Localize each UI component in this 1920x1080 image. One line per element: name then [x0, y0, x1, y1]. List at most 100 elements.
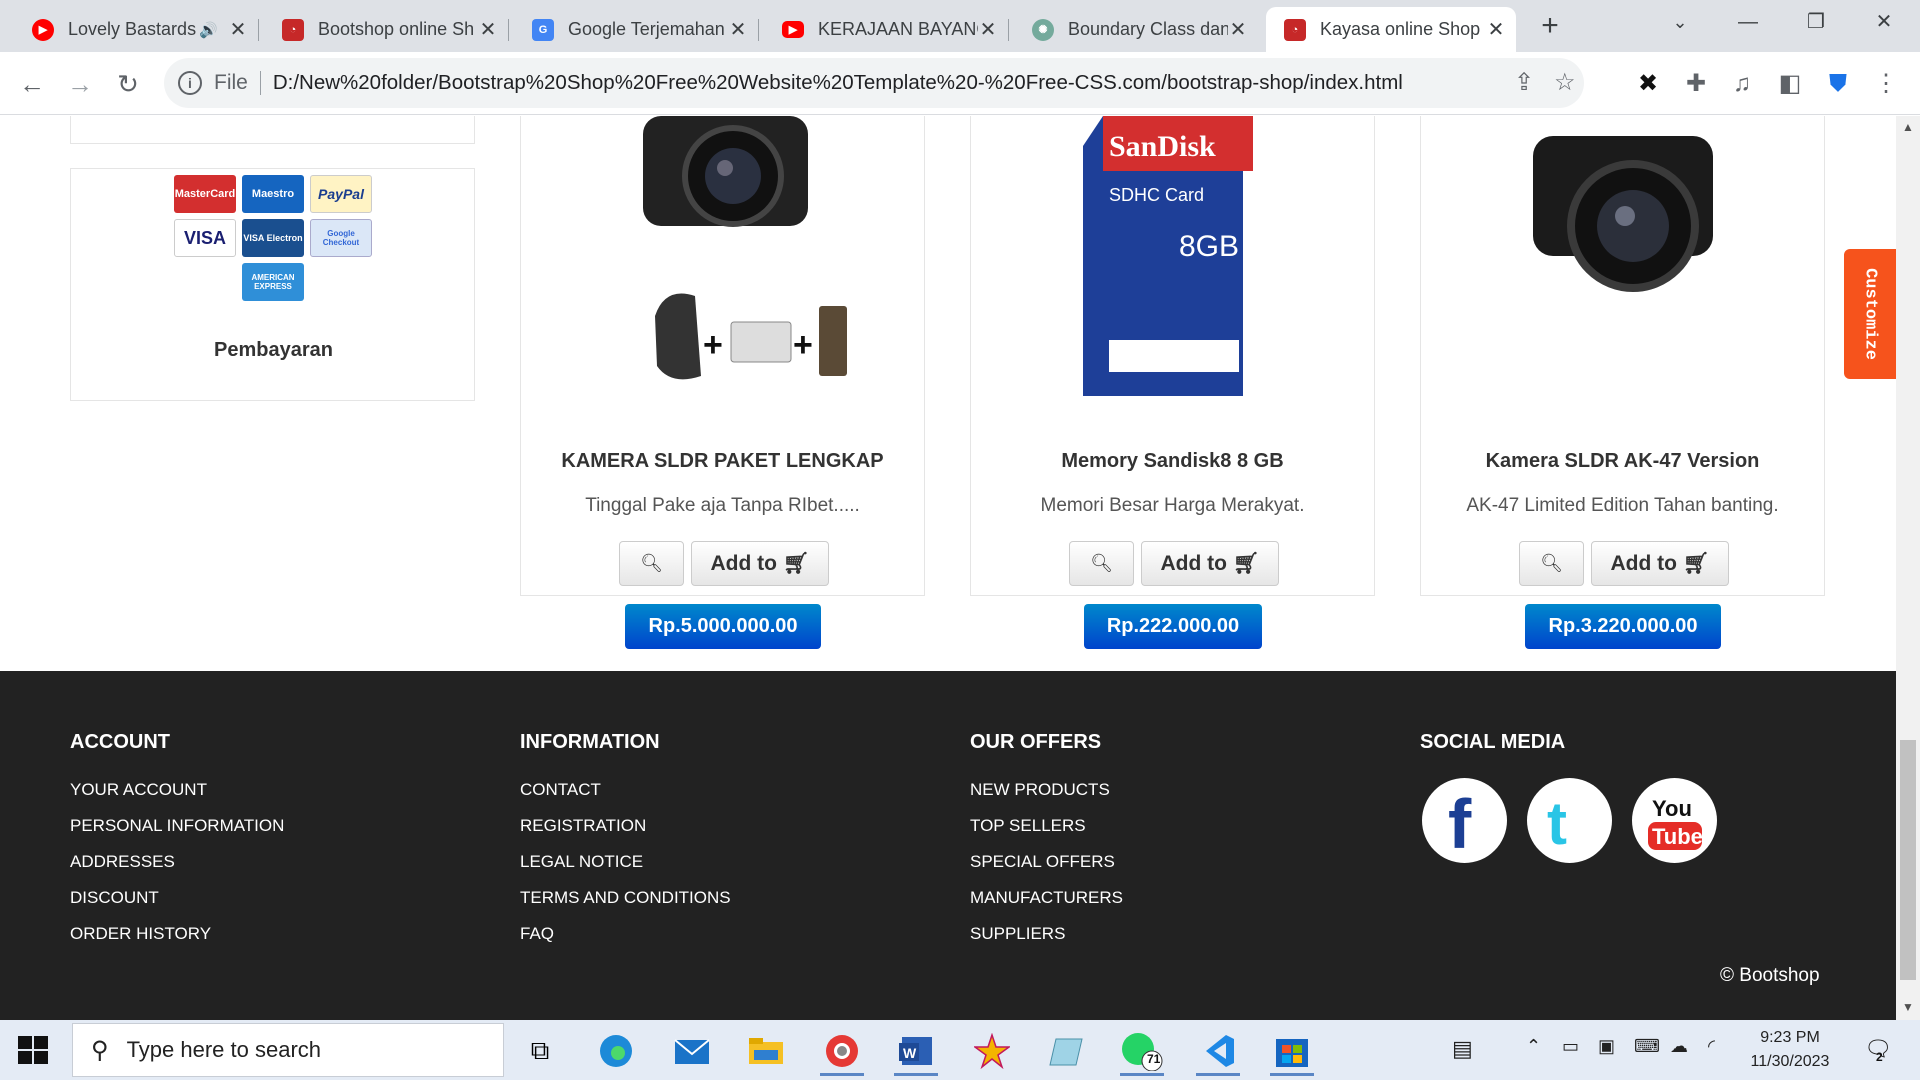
- menu-kebab-icon[interactable]: ⋮: [1866, 64, 1906, 104]
- browser-tab[interactable]: ✺ Boundary Class dan ✕: [1014, 7, 1258, 52]
- footer-link[interactable]: CONTACT: [520, 772, 731, 808]
- footer-link[interactable]: SPECIAL OFFERS: [970, 844, 1123, 880]
- close-tab-icon[interactable]: ✕: [978, 17, 998, 42]
- reload-icon[interactable]: ↻: [108, 64, 148, 104]
- price-button[interactable]: Rp.5.000.000.00: [625, 604, 821, 649]
- footer-link[interactable]: TERMS AND CONDITIONS: [520, 880, 731, 916]
- notification-badge: 2: [1876, 1050, 1883, 1064]
- scroll-down-arrow[interactable]: ▼: [1896, 1000, 1920, 1014]
- chrome-icon[interactable]: [814, 1026, 870, 1076]
- footer-link[interactable]: MANUFACTURERS: [970, 880, 1123, 916]
- taskbar-search-box[interactable]: ⚲ Type here to search: [72, 1023, 504, 1077]
- battery-icon[interactable]: ▭: [1562, 1036, 1579, 1057]
- add-to-cart-button[interactable]: Add to 🛒︎: [1591, 541, 1729, 586]
- browser-tab[interactable]: ▶ KERAJAAN BAYANG ✕: [764, 7, 1009, 52]
- meet-now-icon[interactable]: ▣: [1598, 1036, 1615, 1057]
- show-hidden-icons-icon[interactable]: ⌃: [1526, 1036, 1541, 1057]
- minimize-button[interactable]: —: [1720, 0, 1776, 44]
- zoom-icon: 🔍︎: [1540, 553, 1563, 573]
- customize-label: Customize: [1860, 268, 1880, 360]
- network-icon[interactable]: ☁: [1670, 1036, 1688, 1057]
- new-tab-button[interactable]: +: [1530, 8, 1570, 44]
- product-name[interactable]: Kamera SLDR AK-47 Version: [1421, 450, 1824, 473]
- browser-tab[interactable]: G Google Terjemahan ✕: [514, 7, 759, 52]
- product-name[interactable]: Memory Sandisk8 8 GB: [971, 450, 1374, 473]
- zoom-button[interactable]: 🔍︎: [619, 541, 684, 586]
- back-icon[interactable]: ←: [12, 64, 52, 104]
- add-to-cart-button[interactable]: Add to 🛒︎: [1141, 541, 1279, 586]
- side-panel-icon[interactable]: ◧: [1770, 64, 1810, 104]
- scrollbar-thumb[interactable]: [1900, 740, 1916, 980]
- sandisk-type-text: SDHC Card: [1109, 185, 1204, 205]
- add-to-label: Add to: [710, 552, 777, 575]
- browser-tab-bar: ▶ Lovely Bastards 🔊 ✕ ◔ Bootshop online …: [0, 0, 1920, 52]
- address-bar[interactable]: i File D:/New%20folder/Bootstrap%20Shop%…: [164, 58, 1584, 108]
- footer-link[interactable]: SUPPLIERS: [970, 916, 1123, 952]
- close-tab-icon[interactable]: ✕: [478, 17, 498, 42]
- page-scrollbar[interactable]: ▲ ▼: [1896, 116, 1920, 1020]
- site-info-icon[interactable]: i: [178, 71, 202, 95]
- footer-link[interactable]: YOUR ACCOUNT: [70, 772, 284, 808]
- wifi-icon[interactable]: ◜: [1708, 1036, 1715, 1057]
- close-tab-icon[interactable]: ✕: [1228, 17, 1248, 42]
- footer-link[interactable]: DISCOUNT: [70, 880, 284, 916]
- footer-link[interactable]: TOP SELLERS: [970, 808, 1123, 844]
- price-button[interactable]: Rp.222.000.00: [1084, 604, 1262, 649]
- edge-icon[interactable]: [588, 1026, 644, 1076]
- touch-keyboard-icon[interactable]: ⌨: [1634, 1036, 1660, 1057]
- forward-icon[interactable]: →: [60, 64, 100, 104]
- google-checkout-logo: Google Checkout: [310, 219, 372, 257]
- footer-link[interactable]: PERSONAL INFORMATION: [70, 808, 284, 844]
- footer-link[interactable]: FAQ: [520, 916, 731, 952]
- price-button[interactable]: Rp.3.220.000.00: [1525, 604, 1721, 649]
- share-icon[interactable]: ⇪: [1514, 68, 1534, 97]
- url-text[interactable]: D:/New%20folder/Bootstrap%20Shop%20Free%…: [273, 71, 1403, 95]
- youtube-icon[interactable]: You Tube: [1632, 778, 1717, 863]
- bookmark-star-icon[interactable]: ☆: [1554, 68, 1576, 97]
- svg-text:+: +: [793, 326, 813, 364]
- footer-link[interactable]: ADDRESSES: [70, 844, 284, 880]
- news-widget-icon[interactable]: ▤: [1452, 1036, 1473, 1062]
- star-app-icon[interactable]: [964, 1026, 1020, 1076]
- speaker-icon[interactable]: 🔊: [199, 21, 218, 39]
- facebook-icon[interactable]: f: [1422, 778, 1507, 863]
- zoom-icon: 🔍︎: [1090, 553, 1113, 573]
- whatsapp-icon[interactable]: 71: [1114, 1026, 1170, 1076]
- system-clock[interactable]: 9:23 PM 11/30/2023: [1745, 1026, 1835, 1074]
- extension-icon[interactable]: ✖: [1628, 64, 1668, 104]
- close-window-button[interactable]: ✕: [1856, 0, 1912, 44]
- footer-link[interactable]: NEW PRODUCTS: [970, 772, 1123, 808]
- vscode-icon[interactable]: [1190, 1026, 1246, 1076]
- close-tab-icon[interactable]: ✕: [728, 17, 748, 42]
- close-tab-icon[interactable]: ✕: [1486, 17, 1506, 42]
- browser-tab-active[interactable]: ◔ Kayasa online Shop ✕: [1266, 7, 1516, 52]
- restore-button[interactable]: ❐: [1788, 0, 1844, 44]
- customize-tab[interactable]: Customize: [1844, 249, 1896, 379]
- product-name[interactable]: KAMERA SLDR PAKET LENGKAP: [521, 450, 924, 473]
- notes-app-icon[interactable]: [1038, 1026, 1094, 1076]
- browser-tab[interactable]: ◔ Bootshop online Sh ✕: [264, 7, 509, 52]
- shield-icon[interactable]: ⛊: [1818, 64, 1858, 104]
- file-explorer-icon[interactable]: [738, 1026, 794, 1076]
- close-tab-icon[interactable]: ✕: [228, 17, 248, 42]
- mail-icon[interactable]: [664, 1026, 720, 1076]
- twitter-icon[interactable]: t: [1527, 778, 1612, 863]
- task-view-icon[interactable]: ⧉: [512, 1026, 568, 1076]
- browser-tab[interactable]: ▶ Lovely Bastards 🔊 ✕: [14, 7, 259, 52]
- store-icon[interactable]: [1264, 1026, 1320, 1076]
- word-icon[interactable]: W: [888, 1026, 944, 1076]
- search-placeholder: Type here to search: [126, 1037, 322, 1062]
- add-to-cart-button[interactable]: Add to 🛒︎: [691, 541, 829, 586]
- footer-link[interactable]: LEGAL NOTICE: [520, 844, 731, 880]
- windows-start-icon[interactable]: [14, 1034, 54, 1066]
- scroll-up-arrow[interactable]: ▲: [1896, 120, 1920, 134]
- zoom-button[interactable]: 🔍︎: [1519, 541, 1584, 586]
- media-control-icon[interactable]: ♫: [1722, 64, 1762, 104]
- zoom-button[interactable]: 🔍︎: [1069, 541, 1134, 586]
- footer-link[interactable]: REGISTRATION: [520, 808, 731, 844]
- footer-link[interactable]: ORDER HISTORY: [70, 916, 284, 952]
- product-description: Tinggal Pake aja Tanpa RIbet.....: [585, 495, 860, 516]
- extensions-puzzle-icon[interactable]: ✚: [1676, 64, 1716, 104]
- svg-text:+: +: [703, 326, 723, 364]
- tab-search-icon[interactable]: ⌄: [1652, 0, 1708, 44]
